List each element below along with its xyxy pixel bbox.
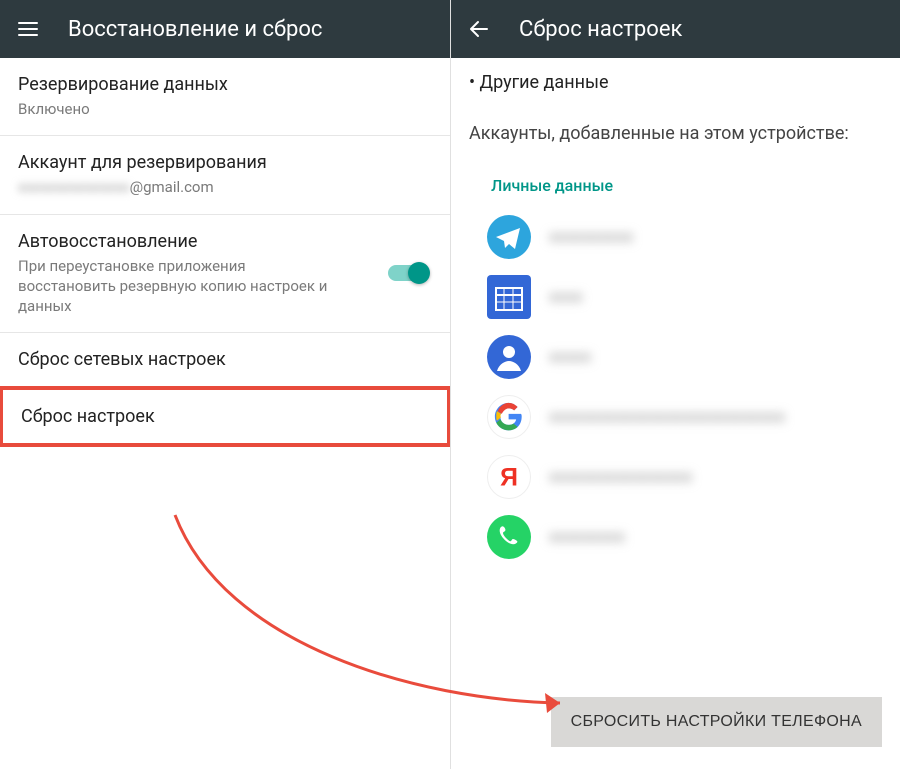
email-suffix: @gmail.com <box>130 178 214 196</box>
contact-icon <box>487 335 531 379</box>
item-factory-reset[interactable]: Сброс настроек <box>0 387 450 446</box>
account-text: xxxxxxxxxxxxxxxxxxxxxxxxxxxx <box>549 407 785 427</box>
appbar-title-left: Восстановление и сброс <box>68 17 322 42</box>
item-backup-account[interactable]: Аккаунт для резервирования xxxxxxxxxxxxx… <box>0 136 450 214</box>
item-label: Сброс настроек <box>21 406 429 427</box>
blurred-text: xxxxxxxxxxxxxxx <box>18 177 130 197</box>
account-text: xxxxxxxxx <box>549 527 625 547</box>
settings-pane-right: Сброс настроек • Другие данные Аккаунты,… <box>450 0 900 769</box>
reset-phone-button[interactable]: СБРОСИТЬ НАСТРОЙКИ ТЕЛЕФОНА <box>551 697 882 747</box>
svg-text:Я: Я <box>500 465 518 492</box>
yandex-icon: Я <box>487 455 531 499</box>
item-network-reset[interactable]: Сброс сетевых настроек <box>0 333 450 387</box>
item-label: Аккаунт для резервирования <box>18 152 432 173</box>
account-telegram: xxxxxxxxxx <box>469 207 882 267</box>
reset-body: • Другие данные Аккаунты, добавленные на… <box>451 58 900 567</box>
account-google: xxxxxxxxxxxxxxxxxxxxxxxxxxxx <box>469 387 882 447</box>
item-sub: При переустановке приложения восстановит… <box>18 256 338 317</box>
whatsapp-icon <box>487 515 531 559</box>
item-label: Сброс сетевых настроек <box>18 349 432 370</box>
item-backup-data[interactable]: Резервирование данных Включено <box>0 58 450 136</box>
appbar-right: Сброс настроек <box>451 0 900 58</box>
item-sub: Включено <box>18 99 338 119</box>
auto-restore-toggle[interactable] <box>388 265 428 281</box>
account-text: xxxxxxxxxx <box>549 227 633 247</box>
account-whatsapp: xxxxxxxxx <box>469 507 882 567</box>
accounts-heading: Аккаунты, добавленные на этом устройстве… <box>469 121 882 146</box>
account-text: xxxxx <box>549 347 591 367</box>
appbar-title-right: Сброс настроек <box>519 17 682 42</box>
calendar-icon <box>487 275 531 319</box>
item-auto-restore[interactable]: Автовосстановление При переустановке при… <box>0 215 450 334</box>
account-yandex: Я xxxxxxxxxxxxxxxxx <box>469 447 882 507</box>
item-label: Резервирование данных <box>18 74 432 95</box>
google-icon <box>487 395 531 439</box>
item-sub: xxxxxxxxxxxxxxx@gmail.com <box>18 177 338 197</box>
settings-pane-left: Восстановление и сброс Резервирование да… <box>0 0 450 769</box>
account-text: xxxxxxxxxxxxxxxxx <box>549 467 692 487</box>
hamburger-icon[interactable] <box>14 15 42 43</box>
appbar-left: Восстановление и сброс <box>0 0 450 58</box>
telegram-icon <box>487 215 531 259</box>
account-contacts: xxxxx <box>469 327 882 387</box>
back-icon[interactable] <box>465 15 493 43</box>
section-personal-data: Личные данные <box>491 176 882 195</box>
bullet-other-data: • Другие данные <box>469 72 882 93</box>
account-calendar: xxxx <box>469 267 882 327</box>
account-text: xxxx <box>549 287 583 307</box>
item-label: Автовосстановление <box>18 231 432 252</box>
